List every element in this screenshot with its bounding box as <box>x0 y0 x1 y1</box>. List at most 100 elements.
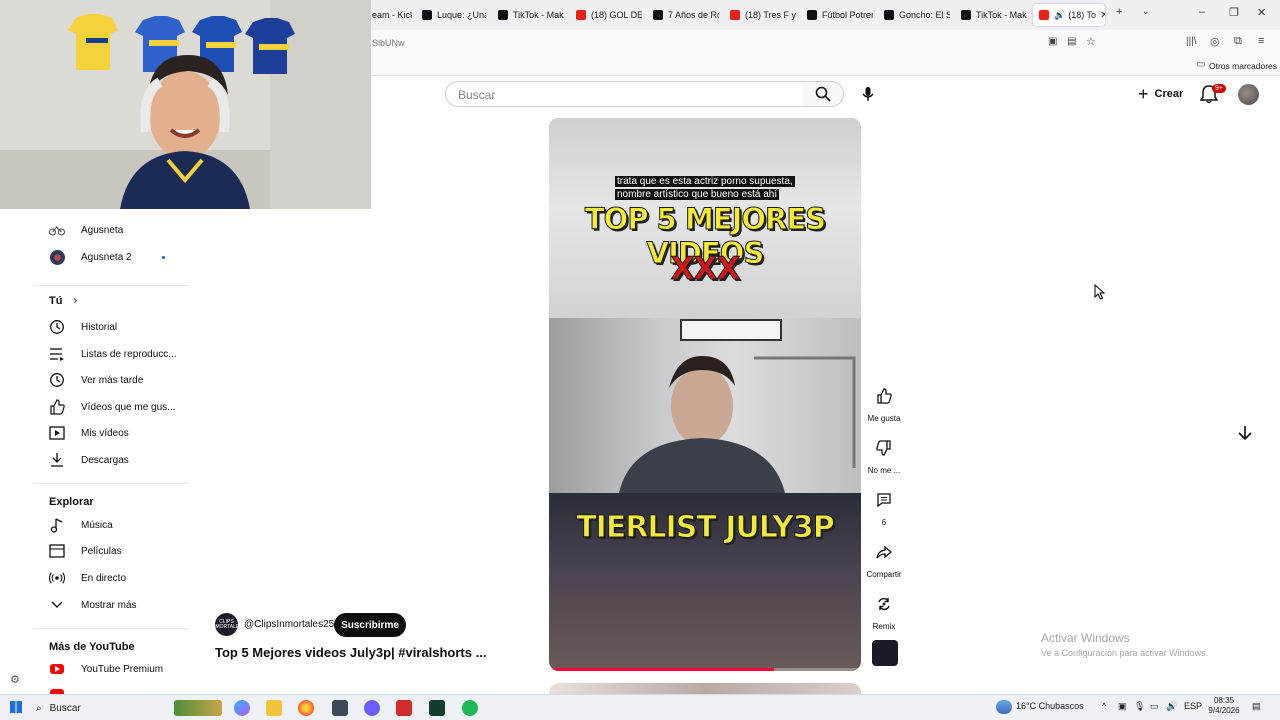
tab-label: (18) GOL DE <box>591 10 642 20</box>
copilot-icon[interactable] <box>234 700 250 716</box>
sound-thumbnail[interactable] <box>872 640 898 666</box>
sidebar-item-agusneta[interactable]: Agusneta <box>49 217 189 243</box>
network-icon[interactable]: ▭ <box>1150 701 1159 712</box>
browser-tab[interactable]: (18) Tres F y P <box>730 4 796 26</box>
sidebar-item-label: Música <box>81 519 113 531</box>
sidebar-item-live[interactable]: En directo <box>49 565 189 591</box>
sidebar-show-more[interactable]: Mostrar más <box>49 592 189 618</box>
search-input[interactable]: Buscar <box>445 81 803 107</box>
browser-tab-active[interactable]: 🔊 (18) To ✕ <box>1033 4 1105 26</box>
browser-tab[interactable]: TikTok - Make <box>498 4 564 26</box>
share-button[interactable] <box>871 539 897 565</box>
settings-gear-icon[interactable]: ⚙ <box>10 673 20 686</box>
windows-start-icon[interactable] <box>10 701 22 713</box>
bookmark-star-icon[interactable]: ☆ <box>1086 35 1096 48</box>
sidebar-divider <box>34 285 189 286</box>
share-label: Compartir <box>866 570 902 579</box>
playlist-icon <box>49 346 65 362</box>
tray-chevron-icon[interactable]: ^ <box>1102 701 1106 711</box>
sidebar-you-heading[interactable]: Tú › <box>49 295 77 307</box>
close-tab-icon[interactable]: ✕ <box>1100 10 1105 21</box>
next-video-button[interactable] <box>1233 421 1257 445</box>
browser-tab[interactable]: Luque: ¿Una l <box>422 4 486 26</box>
weather-text[interactable]: 16°C Chubascos <box>1016 701 1084 711</box>
browser-tab[interactable]: (18) GOL DE <box>576 4 642 26</box>
recorder-icon[interactable] <box>396 700 412 716</box>
browser-tab[interactable]: Goncho: El St <box>884 4 950 26</box>
tab-label: TikTok - Make <box>513 10 564 20</box>
search-button[interactable] <box>802 81 844 107</box>
sidebar-item-my-videos[interactable]: Mis vídeos <box>49 420 189 446</box>
microphone-icon[interactable]: 🎙 <box>1134 701 1145 712</box>
voice-search-button[interactable] <box>856 82 880 106</box>
youtube-premium-icon <box>49 661 65 677</box>
other-bookmarks-link[interactable]: Otros marcadores <box>1209 61 1277 71</box>
sidebar-item-label: Vídeos que me gus... <box>81 401 176 413</box>
youtube-icon <box>576 10 586 20</box>
sidebar-item-label: YouTube Premium <box>81 663 164 675</box>
plus-icon: + <box>1138 84 1149 104</box>
notification-center-icon[interactable]: ▤ <box>1252 701 1261 712</box>
extensions-icon[interactable]: ⧉ <box>1234 35 1242 48</box>
file-explorer-icon[interactable] <box>266 700 282 716</box>
maximize-icon[interactable]: ❐ <box>1229 6 1239 19</box>
channel-name[interactable]: @ClipsInmortales25 <box>244 619 334 630</box>
sidebar-item-label: En directo <box>81 572 127 584</box>
tab-list-chevron-icon[interactable]: ⌄ <box>1142 6 1150 17</box>
menu-icon[interactable]: ≡ <box>1258 35 1264 47</box>
notification-badge: 9+ <box>1212 84 1226 93</box>
search-icon <box>815 86 831 102</box>
kick-icon[interactable] <box>429 700 445 716</box>
sidebar-item-liked-videos[interactable]: Vídeos que me gus... <box>49 394 189 420</box>
minimize-icon[interactable]: – <box>1199 6 1205 18</box>
volume-icon[interactable]: 🔊 <box>1166 701 1177 712</box>
subscribe-button[interactable]: Suscribirme <box>334 613 406 637</box>
sidebar-item-movies[interactable]: Películas <box>49 538 189 564</box>
create-label: Crear <box>1154 88 1184 100</box>
library-icon[interactable]: |||\ <box>1186 36 1197 47</box>
thumbs-up-icon <box>49 399 65 415</box>
like-action: Me gusta <box>866 383 902 423</box>
close-window-icon[interactable]: ✕ <box>1257 6 1266 19</box>
sidebar-item-downloads[interactable]: Descargas <box>49 447 189 473</box>
remix-icon <box>878 597 890 611</box>
account-avatar[interactable] <box>1238 84 1259 105</box>
app-icon[interactable] <box>332 700 348 716</box>
sidebar-item-history[interactable]: Historial <box>49 314 189 340</box>
short-video-player[interactable]: trata que es esta actriz porno supuesta,… <box>549 118 861 671</box>
thumbs-down-icon <box>876 440 891 456</box>
browser-tab[interactable]: Fútbol Potrer <box>807 4 873 26</box>
comments-action: 6 <box>866 487 902 527</box>
taskbar-search[interactable]: ⌕ Buscar <box>36 699 166 717</box>
tray-app-icon[interactable]: ▣ <box>1118 701 1127 712</box>
new-tab-icon[interactable]: + <box>1116 6 1122 18</box>
sidebar-item-playlists[interactable]: Listas de reproducc... <box>49 341 189 367</box>
sidebar-item-agusneta-2[interactable]: Agusneta 2 <box>49 244 189 270</box>
browser-tab[interactable]: TikTok - Make <box>961 4 1027 26</box>
firefox-icon[interactable] <box>298 700 314 716</box>
remix-label: Remix <box>872 622 896 631</box>
browser-tab[interactable]: eam - Kick <box>372 4 412 26</box>
sidebar-item-youtube-premium[interactable]: YouTube Premium <box>49 656 189 682</box>
account-icon[interactable]: ◎ <box>1210 35 1220 48</box>
channel-avatar <box>49 249 65 265</box>
like-button[interactable] <box>871 383 897 409</box>
search-icon: ⌕ <box>36 702 42 714</box>
spotify-icon[interactable] <box>462 700 478 716</box>
sidebar-item-music[interactable]: Música <box>49 512 189 538</box>
clock[interactable]: 08:35 9/4/2026 <box>1206 696 1242 716</box>
picture-in-picture-icon[interactable]: ▣ <box>1048 36 1057 47</box>
remix-button[interactable] <box>871 591 897 617</box>
reader-view-icon[interactable]: ▤ <box>1067 36 1076 47</box>
messenger-icon[interactable] <box>364 700 380 716</box>
channel-avatar[interactable]: CLIPS INMORTALES <box>210 613 243 636</box>
browser-tab[interactable]: 7 Años de Ro <box>653 4 719 26</box>
video-title[interactable]: Top 5 Mejores videos July3p| #viralshort… <box>215 645 486 660</box>
weather-icon <box>996 700 1012 714</box>
create-button[interactable]: + Crear <box>1134 82 1190 106</box>
language-indicator[interactable]: ESP <box>1184 701 1202 711</box>
comments-count: 6 <box>881 518 887 527</box>
dislike-button[interactable] <box>871 435 897 461</box>
sidebar-item-watch-later[interactable]: Ver más tarde <box>49 367 189 393</box>
comments-button[interactable] <box>871 487 897 513</box>
